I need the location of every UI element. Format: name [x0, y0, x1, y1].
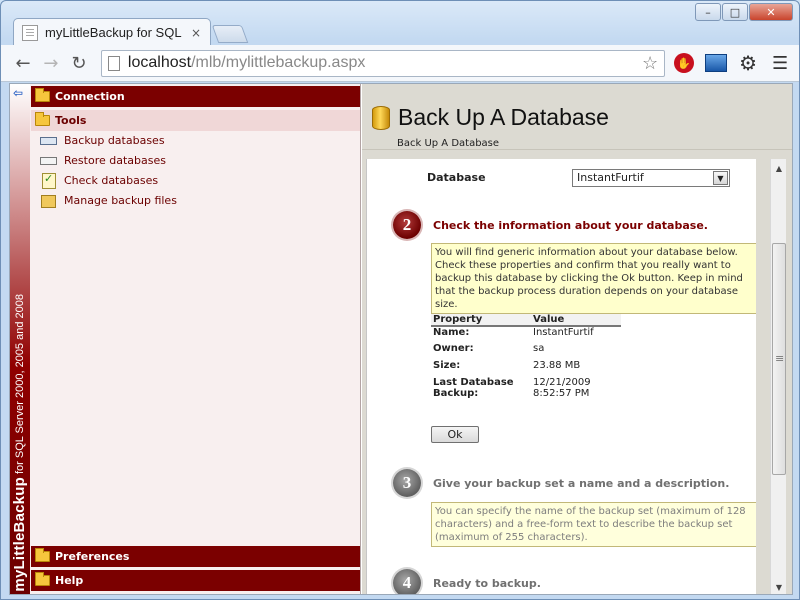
property-name: Last Database Backup: [433, 377, 514, 399]
address-bar[interactable]: localhost/mlb/mylittlebackup.aspx ☆ [100, 49, 666, 77]
maximize-button[interactable]: □ [722, 3, 748, 21]
browser-window: myLittleBackup for SQL Se × – □ ✕ ← → ↻ … [0, 0, 800, 600]
info-note: You will find generic information about … [431, 243, 756, 314]
sidebar-item-label: Manage backup files [64, 193, 177, 207]
column-header: Value [531, 314, 621, 327]
folder-icon [35, 572, 50, 586]
back-button[interactable]: ← [9, 49, 37, 77]
settings-gear-icon[interactable]: ⚙ [735, 50, 761, 76]
sidebar-item-restore[interactable]: Restore databases [40, 153, 166, 167]
database-select-value: InstantFurtif [577, 171, 644, 184]
window-controls: – □ ✕ [694, 3, 793, 21]
section-help[interactable]: Help [31, 570, 360, 591]
database-label: Database [427, 171, 486, 184]
section-connection[interactable]: Connection [31, 86, 360, 107]
property-name: Name: [433, 327, 470, 338]
step-title: Give your backup set a name and a descri… [433, 477, 730, 490]
brand-name: myLittleBackup [11, 477, 28, 593]
sidebar-item-check[interactable]: Check databases [40, 172, 159, 189]
sidebar-item-manage[interactable]: Manage backup files [40, 193, 177, 208]
table-row: Size: 23.88 MB [431, 360, 621, 377]
adblock-extension-icon[interactable]: ✋ [671, 50, 697, 76]
property-value: 12/21/2009 8:52:57 PM [533, 377, 591, 399]
column-header: Property [431, 314, 531, 327]
section-label: Connection [55, 90, 125, 103]
database-icon [372, 106, 390, 130]
property-name: Size: [433, 360, 461, 371]
url-path: /mlb/mylittlebackup.aspx [191, 54, 366, 71]
menu-icon[interactable]: ☰ [767, 50, 793, 76]
form-panel: Database InstantFurtif ▼ 2 Check the inf… [366, 159, 756, 594]
brand-text: myLittleBackup for SQL Server 2000, 2005… [11, 294, 28, 592]
section-tools[interactable]: Tools [31, 110, 360, 131]
info-note: You can specify the name of the backup s… [431, 502, 756, 547]
browser-tab[interactable]: myLittleBackup for SQL Se × [13, 18, 211, 46]
property-value: 23.88 MB [533, 360, 581, 371]
browser-toolbar: ← → ↻ localhost/mlb/mylittlebackup.aspx … [1, 45, 799, 82]
sidebar-item-label: Restore databases [64, 153, 166, 167]
database-select[interactable]: InstantFurtif ▼ [572, 169, 730, 187]
vertical-brand-bar: ⇦ myLittleBackup for SQL Server 2000, 20… [10, 84, 30, 594]
page-favicon-icon [22, 24, 38, 41]
step-number-badge: 2 [393, 211, 421, 239]
sidebar: ⇦ myLittleBackup for SQL Server 2000, 20… [10, 84, 361, 594]
vertical-scrollbar[interactable]: ▲ ▼ [770, 159, 787, 594]
new-tab-button[interactable] [211, 25, 249, 43]
minimize-button[interactable]: – [695, 3, 721, 21]
scroll-up-arrow-icon[interactable]: ▲ [771, 160, 787, 176]
property-value: InstantFurtif [533, 327, 594, 338]
tab-strip: myLittleBackup for SQL Se × – □ ✕ [1, 1, 799, 46]
properties-table: Property Value Name: InstantFurtif Owner… [431, 314, 621, 399]
page-icon [107, 55, 120, 71]
breadcrumb: Back Up A Database [397, 138, 500, 149]
tab-title: myLittleBackup for SQL Se [45, 25, 185, 40]
folder-icon [35, 548, 50, 562]
bookmark-star-icon[interactable]: ☆ [642, 53, 658, 74]
close-window-button[interactable]: ✕ [749, 3, 793, 21]
table-row: Last Database Backup: 12/21/2009 8:52:57… [431, 377, 621, 399]
collapse-arrow-icon[interactable]: ⇦ [13, 86, 23, 100]
folder-icon [35, 88, 50, 102]
section-label: Help [55, 574, 84, 587]
sidebar-item-backup[interactable]: Backup databases [40, 133, 165, 147]
section-label: Preferences [55, 550, 130, 563]
step-title: Check the information about your databas… [433, 219, 708, 232]
sidebar-item-label: Check databases [64, 173, 159, 187]
forward-button[interactable]: → [37, 49, 65, 77]
section-preferences[interactable]: Preferences [31, 546, 360, 567]
table-row: Owner: sa [431, 343, 621, 360]
step-number-badge: 3 [393, 469, 421, 497]
page-viewport: ⇦ myLittleBackup for SQL Server 2000, 20… [9, 83, 793, 595]
table-header-row: Property Value [431, 314, 621, 327]
scroll-down-arrow-icon[interactable]: ▼ [771, 579, 787, 594]
ok-button[interactable]: Ok [431, 426, 479, 443]
reload-button[interactable]: ↻ [65, 49, 93, 77]
tab-close-icon[interactable]: × [191, 26, 201, 40]
restore-disk-icon [40, 153, 57, 167]
page-header: Back Up A Database Back Up A Database [362, 84, 792, 150]
scroll-thumb[interactable] [772, 243, 786, 475]
brand-subtitle: for SQL Server 2000, 2005 and 2008 [14, 294, 26, 478]
table-row: Name: InstantFurtif [431, 326, 621, 343]
check-document-icon [40, 172, 56, 189]
content-area: Back Up A Database Back Up A Database Da… [362, 84, 792, 594]
url-host: localhost [127, 54, 192, 71]
backup-disk-icon [40, 133, 57, 147]
property-value: sa [533, 343, 545, 354]
property-name: Owner: [433, 343, 474, 354]
chevron-down-icon[interactable]: ▼ [713, 171, 728, 185]
step-title: Ready to backup. [433, 577, 541, 590]
page-title: Back Up A Database [398, 104, 609, 130]
section-label: Tools [55, 114, 87, 127]
sidebar-item-label: Backup databases [64, 133, 165, 147]
open-folder-icon [35, 112, 50, 126]
screenshot-extension-icon[interactable] [703, 50, 729, 76]
step-number-badge: 4 [393, 569, 421, 594]
manage-files-icon [40, 193, 56, 208]
